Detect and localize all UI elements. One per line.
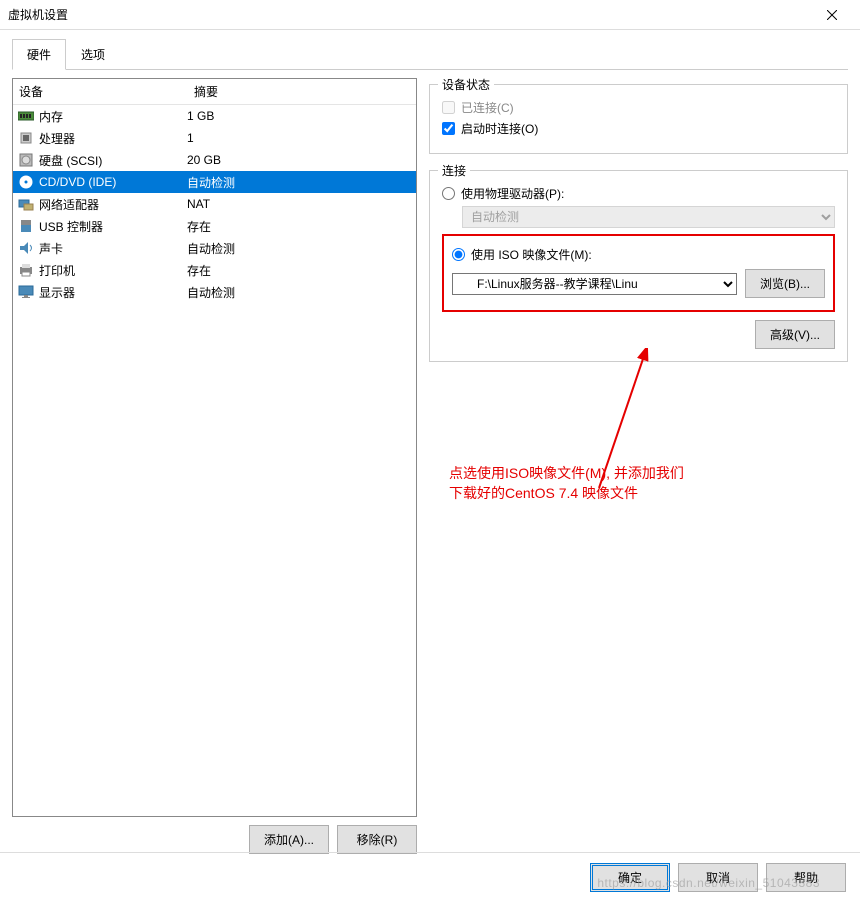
hw-name: 硬盘 (SCSI) xyxy=(39,152,102,169)
connected-checkbox xyxy=(442,101,455,114)
use-physical-radio[interactable] xyxy=(442,187,455,200)
usb-icon xyxy=(17,218,35,234)
hw-row-cpu[interactable]: 处理器 1 xyxy=(13,127,416,149)
cd-icon xyxy=(17,174,35,190)
iso-highlight-box: 使用 ISO 映像文件(M): F:\Linux服务器--教学课程\Linu 浏… xyxy=(442,234,835,312)
cpu-icon xyxy=(17,130,35,146)
advanced-button[interactable]: 高级(V)... xyxy=(755,320,835,349)
browse-button[interactable]: 浏览(B)... xyxy=(745,269,825,298)
hw-name: USB 控制器 xyxy=(39,218,103,235)
use-physical-radio-row[interactable]: 使用物理驱动器(P): xyxy=(442,185,835,202)
hw-name: 显示器 xyxy=(39,284,75,301)
hw-row-usb[interactable]: USB 控制器 存在 xyxy=(13,215,416,237)
hw-summary: 存在 xyxy=(187,218,412,235)
close-icon xyxy=(827,10,837,20)
help-button[interactable]: 帮助 xyxy=(766,863,846,892)
connect-on-power-checkbox[interactable] xyxy=(442,122,455,135)
close-button[interactable] xyxy=(812,1,852,29)
physical-drive-select: 自动检测 xyxy=(462,206,835,228)
hw-summary: 1 GB xyxy=(187,109,412,123)
cancel-button[interactable]: 取消 xyxy=(678,863,758,892)
tab-bar: 硬件 选项 xyxy=(12,38,848,70)
title-bar: 虚拟机设置 xyxy=(0,0,860,30)
hw-name: 处理器 xyxy=(39,130,75,147)
hardware-list-header: 设备 摘要 xyxy=(13,79,416,105)
hw-name: 内存 xyxy=(39,108,63,125)
connect-on-power-row[interactable]: 启动时连接(O) xyxy=(442,120,835,137)
col-summary: 摘要 xyxy=(188,79,224,104)
use-iso-label: 使用 ISO 映像文件(M): xyxy=(471,246,592,263)
device-status-legend: 设备状态 xyxy=(438,76,494,93)
hw-summary: 存在 xyxy=(187,262,412,279)
hardware-list: 设备 摘要 内存 1 GB 处理器 1 硬盘 (SCSI) 20 GB CD/DVD (ID… xyxy=(12,78,417,817)
hw-row-sound[interactable]: 声卡 自动检测 xyxy=(13,237,416,259)
tab-options[interactable]: 选项 xyxy=(66,39,120,70)
add-button[interactable]: 添加(A)... xyxy=(249,825,329,854)
hw-summary: 自动检测 xyxy=(187,240,412,257)
net-icon xyxy=(17,196,35,212)
use-iso-radio[interactable] xyxy=(452,248,465,261)
iso-path-select[interactable]: F:\Linux服务器--教学课程\Linu xyxy=(452,273,737,295)
hw-row-cd[interactable]: CD/DVD (IDE) 自动检测 xyxy=(13,171,416,193)
hw-row-display[interactable]: 显示器 自动检测 xyxy=(13,281,416,303)
display-icon xyxy=(17,284,35,300)
device-status-box: 设备状态 已连接(C) 启动时连接(O) xyxy=(429,84,848,154)
hw-summary: NAT xyxy=(187,197,412,211)
ok-button[interactable]: 确定 xyxy=(590,863,670,892)
hw-summary: 20 GB xyxy=(187,153,412,167)
hw-name: 声卡 xyxy=(39,240,63,257)
connection-box: 连接 使用物理驱动器(P): 自动检测 使用 ISO 映像文件(M): xyxy=(429,170,848,362)
annotation-text: 点选使用ISO映像文件(M), 并添加我们 下载好的CentOS 7.4 映像文… xyxy=(449,464,684,503)
memory-icon xyxy=(17,108,35,124)
col-device: 设备 xyxy=(13,79,188,104)
connected-checkbox-row: 已连接(C) xyxy=(442,99,835,116)
hw-name: 打印机 xyxy=(39,262,75,279)
connect-on-power-label: 启动时连接(O) xyxy=(461,120,538,137)
tab-hardware[interactable]: 硬件 xyxy=(12,39,66,70)
remove-button[interactable]: 移除(R) xyxy=(337,825,417,854)
connected-label: 已连接(C) xyxy=(461,99,514,116)
hw-row-net[interactable]: 网络适配器 NAT xyxy=(13,193,416,215)
use-iso-radio-row[interactable]: 使用 ISO 映像文件(M): xyxy=(452,246,825,263)
disk-icon xyxy=(17,152,35,168)
hw-row-memory[interactable]: 内存 1 GB xyxy=(13,105,416,127)
window-title: 虚拟机设置 xyxy=(8,6,812,23)
printer-icon xyxy=(17,262,35,278)
hw-row-printer[interactable]: 打印机 存在 xyxy=(13,259,416,281)
hw-summary: 自动检测 xyxy=(187,174,412,191)
connection-legend: 连接 xyxy=(438,162,470,179)
hw-row-disk[interactable]: 硬盘 (SCSI) 20 GB xyxy=(13,149,416,171)
hw-summary: 1 xyxy=(187,131,412,145)
sound-icon xyxy=(17,240,35,256)
dialog-footer: 确定 取消 帮助 xyxy=(0,852,860,902)
use-physical-label: 使用物理驱动器(P): xyxy=(461,185,564,202)
hw-name: CD/DVD (IDE) xyxy=(39,175,116,189)
hw-name: 网络适配器 xyxy=(39,196,99,213)
hw-summary: 自动检测 xyxy=(187,284,412,301)
